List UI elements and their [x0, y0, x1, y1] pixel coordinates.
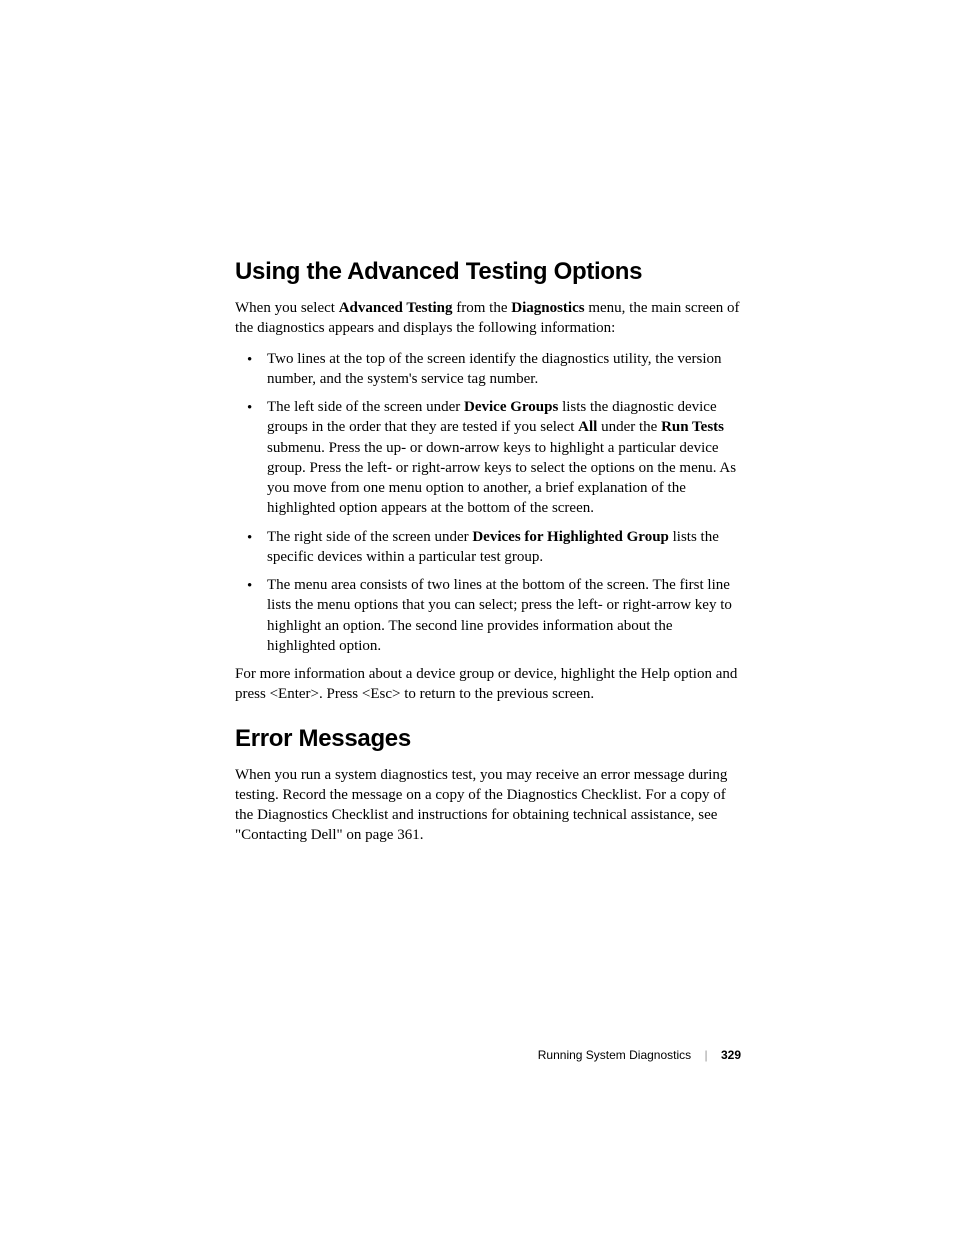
section-error-messages: Error Messages When you run a system dia… [235, 725, 740, 846]
text-span: from the [453, 300, 512, 316]
footer-separator: | [705, 1048, 708, 1062]
page-footer: Running System Diagnostics | 329 [538, 1048, 741, 1062]
section-heading-advanced-testing: Using the Advanced Testing Options [235, 258, 740, 286]
text-span: under the [597, 419, 661, 435]
outro-paragraph: For more information about a device grou… [235, 664, 740, 705]
text-span: The left side of the screen under [267, 399, 464, 415]
list-item: Two lines at the top of the screen ident… [267, 349, 740, 390]
text-span: submenu. Press the up- or down-arrow key… [267, 440, 736, 517]
bold-text: Devices for Highlighted Group [472, 529, 669, 545]
intro-paragraph: When you select Advanced Testing from th… [235, 298, 740, 339]
list-item: The left side of the screen under Device… [267, 397, 740, 519]
list-item: The right side of the screen under Devic… [267, 527, 740, 568]
footer-page-number: 329 [721, 1048, 741, 1062]
page-content: Using the Advanced Testing Options When … [235, 258, 740, 856]
bold-text: Diagnostics [511, 300, 584, 316]
error-messages-paragraph: When you run a system diagnostics test, … [235, 765, 740, 846]
text-span: When you select [235, 300, 339, 316]
text-span: The right side of the screen under [267, 529, 472, 545]
bold-text: All [578, 419, 597, 435]
bold-text: Run Tests [661, 419, 724, 435]
bold-text: Device Groups [464, 399, 558, 415]
list-item: The menu area consists of two lines at t… [267, 575, 740, 656]
section-heading-error-messages: Error Messages [235, 725, 740, 753]
footer-section-title: Running System Diagnostics [538, 1048, 691, 1062]
bold-text: Advanced Testing [339, 300, 453, 316]
bullet-list: Two lines at the top of the screen ident… [235, 349, 740, 657]
